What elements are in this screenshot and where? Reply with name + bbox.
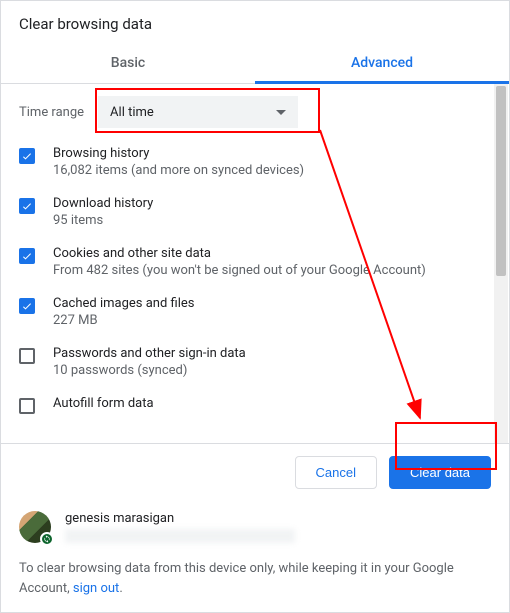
checkbox[interactable] xyxy=(19,148,35,164)
clear-data-button[interactable]: Clear data xyxy=(389,456,491,489)
sync-badge-icon xyxy=(40,532,54,546)
item-subtitle: From 482 sites (you won't be signed out … xyxy=(53,263,426,278)
tab-bar: Basic Advanced xyxy=(1,43,509,84)
item-text: Autofill form data xyxy=(53,396,154,413)
checkbox[interactable] xyxy=(19,248,35,264)
footer-note: To clear browsing data from this device … xyxy=(1,553,509,612)
chevron-down-icon xyxy=(276,110,286,115)
time-range-label: Time range xyxy=(19,105,84,120)
account-section: genesis marasigan xyxy=(1,501,509,553)
item-text: Cached images and files 227 MB xyxy=(53,296,194,328)
item-title: Download history xyxy=(53,196,153,211)
item-text: Download history 95 items xyxy=(53,196,153,228)
tab-advanced[interactable]: Advanced xyxy=(255,43,509,83)
item-subtitle: 95 items xyxy=(53,213,153,228)
clear-browsing-data-dialog: Clear browsing data Basic Advanced Time … xyxy=(0,0,510,613)
avatar xyxy=(19,511,51,543)
dialog-footer: Cancel Clear data xyxy=(1,443,509,501)
data-type-item: Browsing history 16,082 items (and more o… xyxy=(19,146,491,178)
checkbox[interactable] xyxy=(19,298,35,314)
account-name: genesis marasigan xyxy=(65,511,491,526)
data-type-item: Cached images and files 227 MB xyxy=(19,296,491,328)
checkbox[interactable] xyxy=(19,198,35,214)
checkbox[interactable] xyxy=(19,398,35,414)
item-subtitle: 227 MB xyxy=(53,313,194,328)
time-range-row: Time range All time xyxy=(19,96,491,128)
cancel-button[interactable]: Cancel xyxy=(295,456,377,489)
account-email-redacted xyxy=(65,529,295,543)
time-range-value: All time xyxy=(110,105,154,120)
data-type-item: Download history 95 items xyxy=(19,196,491,228)
account-info: genesis marasigan xyxy=(65,511,491,543)
note-suffix: . xyxy=(119,581,122,596)
time-range-select[interactable]: All time xyxy=(98,96,298,128)
item-text: Passwords and other sign-in data 10 passw… xyxy=(53,346,246,378)
scrollbar[interactable] xyxy=(494,84,508,443)
dialog-content: Time range All time Browsing history 16,0… xyxy=(1,84,509,443)
data-type-item: Passwords and other sign-in data 10 passw… xyxy=(19,346,491,378)
item-title: Autofill form data xyxy=(53,396,154,411)
item-text: Cookies and other site data From 482 site… xyxy=(53,246,426,278)
item-title: Cached images and files xyxy=(53,296,194,311)
data-type-item: Autofill form data xyxy=(19,396,491,414)
item-text: Browsing history 16,082 items (and more o… xyxy=(53,146,304,178)
scrollbar-thumb[interactable] xyxy=(496,86,506,276)
checkbox[interactable] xyxy=(19,348,35,364)
item-title: Cookies and other site data xyxy=(53,246,426,261)
item-title: Browsing history xyxy=(53,146,304,161)
tab-basic[interactable]: Basic xyxy=(1,43,255,83)
sign-out-link[interactable]: sign out xyxy=(73,581,119,596)
item-title: Passwords and other sign-in data xyxy=(53,346,246,361)
data-type-item: Cookies and other site data From 482 site… xyxy=(19,246,491,278)
item-subtitle: 16,082 items (and more on synced devices… xyxy=(53,163,304,178)
item-subtitle: 10 passwords (synced) xyxy=(53,363,246,378)
dialog-title: Clear browsing data xyxy=(1,1,509,43)
